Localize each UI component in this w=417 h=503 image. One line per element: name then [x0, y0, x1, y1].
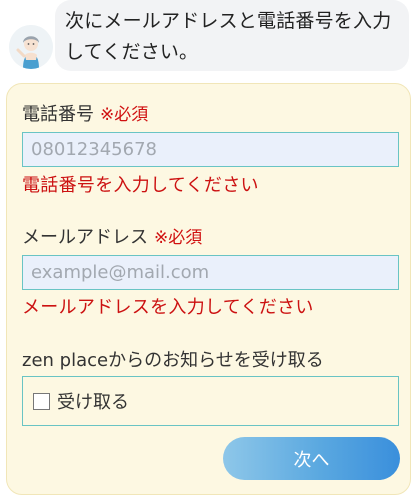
assistant-avatar-icon: [9, 25, 53, 69]
email-input[interactable]: [22, 255, 399, 290]
contact-form: 電話番号 ※必須 電話番号を入力してください メールアドレス ※必須 メールアドレス…: [6, 83, 411, 495]
email-error-message: メールアドレスを入力してください: [22, 297, 314, 318]
assistant-message-text: 次にメールアドレスと電話番号を入力してください。: [65, 10, 392, 63]
phone-field-label: 電話番号 ※必須: [22, 100, 148, 126]
phone-label-text: 電話番号: [22, 104, 94, 125]
assistant-avatar: [9, 25, 53, 69]
email-required-badge: ※必須: [154, 228, 203, 248]
email-label-text: メールアドレス: [22, 227, 148, 248]
newsletter-optin[interactable]: 受け取る: [22, 376, 399, 426]
phone-input[interactable]: [22, 132, 399, 167]
newsletter-checkbox[interactable]: [33, 392, 50, 410]
phone-error-message: 電話番号を入力してください: [22, 175, 259, 196]
newsletter-label: zen placeからのお知らせを受け取る: [22, 350, 324, 371]
phone-required-badge: ※必須: [100, 105, 149, 125]
assistant-message-bubble: 次にメールアドレスと電話番号を入力してください。: [55, 0, 409, 71]
newsletter-checkbox-label[interactable]: 受け取る: [57, 388, 129, 414]
next-button[interactable]: 次へ: [223, 437, 400, 480]
email-field-label: メールアドレス ※必須: [22, 223, 202, 249]
